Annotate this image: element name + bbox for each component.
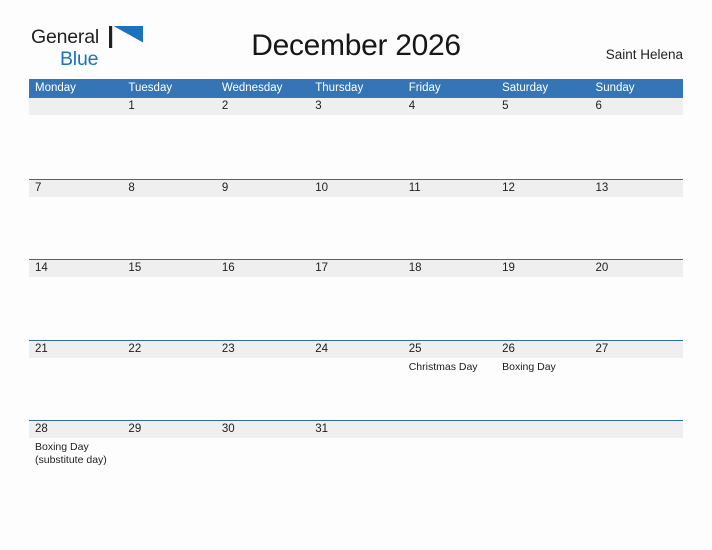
day-number: 16 xyxy=(221,262,235,274)
calendar-day-cell[interactable]: 17 xyxy=(309,260,402,340)
holiday-label: (substitute day) xyxy=(35,453,107,466)
region-label: Saint Helena xyxy=(605,47,683,62)
weekday-saturday: Saturday xyxy=(502,82,549,94)
day-number: 3 xyxy=(315,100,322,112)
calendar-day-cell[interactable]: 9 xyxy=(216,180,309,260)
calendar-grid: Monday Tuesday Wednesday Thursday Friday… xyxy=(29,79,683,501)
calendar-week-cells: 28 Boxing Day (substitute day) 29 30 31 xyxy=(29,421,683,501)
day-number: 17 xyxy=(315,262,329,274)
calendar-week-row: 14 15 16 17 18 19 20 xyxy=(29,259,683,340)
calendar-day-cell[interactable]: 11 xyxy=(403,180,496,260)
day-number: 13 xyxy=(595,181,609,194)
calendar-day-cell-empty xyxy=(29,98,122,179)
day-number: 24 xyxy=(315,342,329,355)
day-events: Boxing Day (substitute day) xyxy=(35,441,122,466)
day-number: 12 xyxy=(502,181,515,194)
calendar-day-cell[interactable]: 13 xyxy=(590,180,683,260)
day-number: 9 xyxy=(221,181,229,194)
day-number: 22 xyxy=(128,342,142,355)
calendar-week-row: 21 22 23 24 25 Christmas Day 26 Boxing Day 27 xyxy=(29,339,683,421)
day-number: 7 xyxy=(35,181,42,194)
day-number: 29 xyxy=(128,423,142,435)
calendar-week-row: 28 Boxing Day (substitute day) 29 30 31 xyxy=(29,420,683,501)
calendar-day-cell[interactable]: 24 xyxy=(309,341,402,421)
day-number: 1 xyxy=(128,100,135,112)
weekday-tuesday: Tuesday xyxy=(128,82,173,94)
day-number: 8 xyxy=(128,181,135,194)
calendar-day-cell[interactable]: 12 xyxy=(496,180,589,260)
calendar-day-cell[interactable]: 14 xyxy=(29,260,122,340)
weekday-header-row: Monday Tuesday Wednesday Thursday Friday… xyxy=(29,79,683,98)
calendar-day-cell[interactable]: 25 Christmas Day xyxy=(403,341,496,421)
day-number: 2 xyxy=(221,100,229,112)
calendar-day-cell[interactable]: 20 xyxy=(590,260,683,340)
day-number: 14 xyxy=(35,262,48,274)
calendar-day-cell[interactable]: 5 xyxy=(496,98,589,179)
calendar-week-cells: 21 22 23 24 25 Christmas Day 26 Boxing Day 27 xyxy=(29,341,683,421)
day-events: Boxing Day xyxy=(502,361,589,374)
calendar-day-cell-empty xyxy=(496,421,589,501)
page-header: General Blue December 2026 Saint Helena xyxy=(0,0,712,78)
calendar-week-row: 7 8 9 10 11 12 13 xyxy=(29,178,683,260)
calendar-day-cell-empty xyxy=(590,421,683,501)
day-number: 21 xyxy=(35,342,48,355)
day-number: 23 xyxy=(221,342,235,355)
calendar-day-cell[interactable]: 23 xyxy=(216,341,309,421)
calendar-week-row: 1 2 3 4 5 6 xyxy=(29,98,683,179)
day-number: 11 xyxy=(408,181,421,194)
calendar-day-cell[interactable]: 10 xyxy=(309,180,402,260)
calendar-day-cell[interactable]: 21 xyxy=(29,341,122,421)
day-number: 6 xyxy=(595,100,602,112)
calendar-weeks: 1 2 3 4 5 6 7 8 9 10 11 12 13 14 15 16 17 18 19 20 21 22 23 24 2… xyxy=(29,98,683,501)
day-number: 31 xyxy=(315,423,329,435)
calendar-day-cell[interactable]: 3 xyxy=(309,98,402,179)
weekday-sunday: Sunday xyxy=(595,82,635,94)
calendar-day-cell[interactable]: 6 xyxy=(590,98,683,179)
calendar-day-cell[interactable]: 27 xyxy=(590,341,683,421)
day-number: 10 xyxy=(315,181,329,194)
day-number: 30 xyxy=(221,423,235,435)
calendar-day-cell[interactable]: 8 xyxy=(122,180,215,260)
calendar-day-cell[interactable]: 4 xyxy=(403,98,496,179)
day-number: 27 xyxy=(595,342,609,355)
calendar-day-cell-empty xyxy=(403,421,496,501)
calendar-day-cell[interactable]: 2 xyxy=(216,98,309,179)
day-number: 26 xyxy=(502,342,515,355)
calendar-day-cell[interactable]: 18 xyxy=(403,260,496,340)
calendar-day-cell[interactable]: 29 xyxy=(122,421,215,501)
calendar-week-cells: 14 15 16 17 18 19 20 xyxy=(29,260,683,340)
calendar-week-cells: 1 2 3 4 5 6 xyxy=(29,98,683,179)
calendar-day-cell[interactable]: 7 xyxy=(29,180,122,260)
calendar-day-cell[interactable]: 26 Boxing Day xyxy=(496,341,589,421)
day-number: 4 xyxy=(408,100,416,112)
calendar-day-cell[interactable]: 30 xyxy=(216,421,309,501)
holiday-label: Boxing Day xyxy=(502,360,556,373)
weekday-friday: Friday xyxy=(408,82,441,94)
day-number: 19 xyxy=(502,262,515,274)
day-number: 20 xyxy=(595,262,609,274)
calendar-day-cell[interactable]: 16 xyxy=(216,260,309,340)
weekday-wednesday: Wednesday xyxy=(221,82,283,94)
holiday-label: Boxing Day xyxy=(35,441,89,453)
calendar-day-cell[interactable]: 31 xyxy=(309,421,402,501)
calendar-week-cells: 7 8 9 10 11 12 13 xyxy=(29,180,683,260)
weekday-monday: Monday xyxy=(35,82,76,94)
day-number: 15 xyxy=(128,262,142,274)
day-number: 28 xyxy=(35,423,48,435)
calendar-day-cell[interactable]: 22 xyxy=(122,341,215,421)
calendar-day-cell[interactable]: 1 xyxy=(122,98,215,179)
day-number: 5 xyxy=(502,100,509,112)
calendar-day-cell[interactable]: 19 xyxy=(496,260,589,340)
day-events: Christmas Day xyxy=(409,361,496,374)
weekday-thursday: Thursday xyxy=(315,82,364,94)
holiday-label: Christmas Day xyxy=(408,360,478,373)
calendar-day-cell[interactable]: 28 Boxing Day (substitute day) xyxy=(29,421,122,501)
day-number: 18 xyxy=(408,262,422,274)
calendar-day-cell[interactable]: 15 xyxy=(122,260,215,340)
day-number: 25 xyxy=(408,342,422,355)
